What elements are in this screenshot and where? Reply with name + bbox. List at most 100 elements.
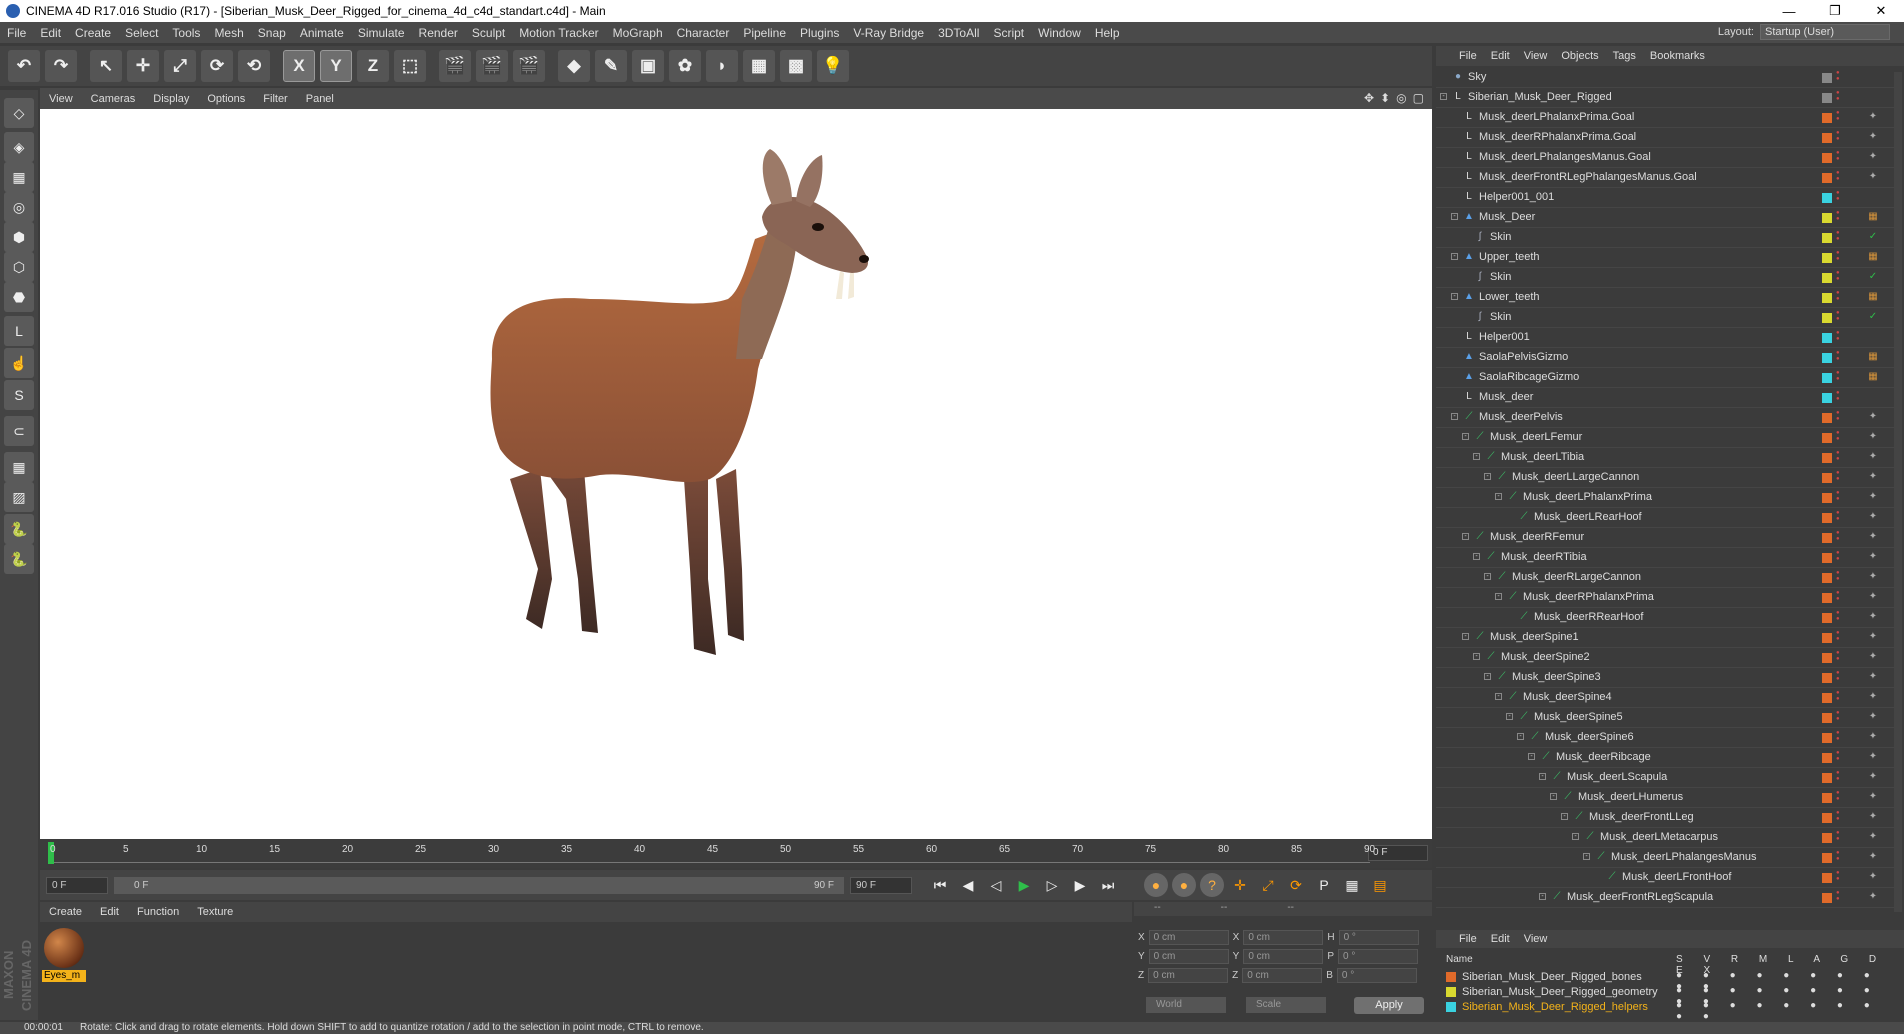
object-row[interactable]: - ⟋ Musk_deerSpine1 ● ● ✦ xyxy=(1436,628,1896,648)
layer-color-swatch[interactable] xyxy=(1822,273,1832,283)
object-tag-icon[interactable]: ✓ xyxy=(1866,271,1880,285)
object-tag-icon[interactable]: ✦ xyxy=(1866,811,1880,825)
object-tag-icon[interactable]: ✦ xyxy=(1866,691,1880,705)
visibility-dots-icon[interactable]: ● ● xyxy=(1836,290,1841,304)
pen-icon[interactable]: ✎ xyxy=(595,50,627,82)
layer-color-swatch[interactable] xyxy=(1822,693,1832,703)
object-row[interactable]: - L Siberian_Musk_Deer_Rigged ● ● xyxy=(1436,88,1896,108)
object-row[interactable]: ● Sky ● ● xyxy=(1436,68,1896,88)
object-row[interactable]: - ⟋ Musk_deerRFemur ● ● ✦ xyxy=(1436,528,1896,548)
coord-size-field[interactable]: 0 cm xyxy=(1242,968,1323,983)
current-frame-field[interactable]: 0 F xyxy=(1368,845,1428,861)
layout-dropdown[interactable]: Startup (User) xyxy=(1760,24,1890,40)
object-menu-file[interactable]: File xyxy=(1452,50,1484,62)
object-menu-edit[interactable]: Edit xyxy=(1484,50,1517,62)
object-row[interactable]: ▲ SaolaRibcageGizmo ● ● ▦ xyxy=(1436,368,1896,388)
layer-color-swatch[interactable] xyxy=(1446,972,1456,982)
object-row[interactable]: - ⟋ Musk_deerRLargeCannon ● ● ✦ xyxy=(1436,568,1896,588)
object-tag-icon[interactable]: ✦ xyxy=(1866,511,1880,525)
visibility-dots-icon[interactable]: ● ● xyxy=(1836,470,1841,484)
coord-position-field[interactable]: 0 cm xyxy=(1148,949,1229,964)
object-tag-icon[interactable]: ✦ xyxy=(1866,611,1880,625)
layer-menu-view[interactable]: View xyxy=(1517,933,1555,945)
expand-toggle-icon[interactable]: - xyxy=(1550,793,1557,800)
render-settings-icon[interactable]: 🎬 xyxy=(513,50,545,82)
menu-animate[interactable]: Animate xyxy=(293,26,351,40)
viewport-menu-options[interactable]: Options xyxy=(198,93,254,105)
material-menu-create[interactable]: Create xyxy=(40,906,91,918)
layer-color-swatch[interactable] xyxy=(1822,293,1832,303)
object-row[interactable]: - ⟋ Musk_deerPelvis ● ● ✦ xyxy=(1436,408,1896,428)
layer-color-swatch[interactable] xyxy=(1822,313,1832,323)
menu-mograph[interactable]: MoGraph xyxy=(606,26,670,40)
cloner-icon[interactable]: ✿ xyxy=(669,50,701,82)
visibility-dots-icon[interactable]: ● ● xyxy=(1836,210,1841,224)
menu-plugins[interactable]: Plugins xyxy=(793,26,846,40)
layer-color-swatch[interactable] xyxy=(1822,113,1832,123)
object-menu-bookmarks[interactable]: Bookmarks xyxy=(1643,50,1712,62)
menu-mesh[interactable]: Mesh xyxy=(207,26,250,40)
object-tag-icon[interactable]: ✓ xyxy=(1866,311,1880,325)
layer-color-swatch[interactable] xyxy=(1822,193,1832,203)
object-tag-icon[interactable]: ✦ xyxy=(1866,731,1880,745)
coord-position-field[interactable]: 0 cm xyxy=(1148,968,1229,983)
layer-color-swatch[interactable] xyxy=(1822,233,1832,243)
visibility-dots-icon[interactable]: ● ● xyxy=(1836,650,1841,664)
layer-menu-file[interactable]: File xyxy=(1452,933,1484,945)
python-icon[interactable]: 🐍 xyxy=(4,514,34,544)
object-tag-icon[interactable]: ✦ xyxy=(1866,771,1880,785)
scale-key-icon[interactable]: ⤢ xyxy=(1256,873,1280,897)
layer-color-swatch[interactable] xyxy=(1822,93,1832,103)
object-tag-icon[interactable]: ✦ xyxy=(1866,411,1880,425)
expand-toggle-icon[interactable]: - xyxy=(1528,753,1535,760)
object-row[interactable]: - ⟋ Musk_deerLHumerus ● ● ✦ xyxy=(1436,788,1896,808)
menu-file[interactable]: File xyxy=(0,26,33,40)
expand-toggle-icon[interactable]: - xyxy=(1451,413,1458,420)
layer-color-swatch[interactable] xyxy=(1822,653,1832,663)
object-row[interactable]: L Musk_deerFrontRLegPhalangesManus.Goal ● ●… xyxy=(1436,168,1896,188)
object-row[interactable]: - ⟋ Musk_deerFrontRLegScapula ● ● ✦ xyxy=(1436,888,1896,908)
y-axis-icon[interactable]: Y xyxy=(320,50,352,82)
object-tag-icon[interactable]: ✦ xyxy=(1866,111,1880,125)
visibility-dots-icon[interactable]: ● ● xyxy=(1836,230,1841,244)
layer-color-swatch[interactable] xyxy=(1822,853,1832,863)
visibility-dots-icon[interactable]: ● ● xyxy=(1836,770,1841,784)
visibility-dots-icon[interactable]: ● ● xyxy=(1836,690,1841,704)
previous-key-icon[interactable]: ◀ xyxy=(956,873,980,897)
menu-pipeline[interactable]: Pipeline xyxy=(736,26,793,40)
coord-rotation-field[interactable]: 0 ° xyxy=(1338,949,1419,964)
object-tag-icon[interactable]: ✦ xyxy=(1866,451,1880,465)
timeline-window-icon[interactable]: ▤ xyxy=(1368,873,1392,897)
layer-color-swatch[interactable] xyxy=(1446,987,1456,997)
object-tree-scrollbar[interactable] xyxy=(1894,72,1902,912)
object-tag-icon[interactable]: ✦ xyxy=(1866,671,1880,685)
object-row[interactable]: - ▲ Musk_Deer ● ● ▦ xyxy=(1436,208,1896,228)
menu-snap[interactable]: Snap xyxy=(251,26,293,40)
layer-color-swatch[interactable] xyxy=(1822,713,1832,723)
redo-icon[interactable]: ↷ xyxy=(45,50,77,82)
expand-toggle-icon[interactable]: - xyxy=(1473,553,1480,560)
layer-color-swatch[interactable] xyxy=(1822,873,1832,883)
solo-icon[interactable]: S xyxy=(4,380,34,410)
subdivision-icon[interactable]: ▣ xyxy=(632,50,664,82)
expand-toggle-icon[interactable]: - xyxy=(1539,773,1546,780)
visibility-dots-icon[interactable]: ● ● xyxy=(1836,370,1841,384)
object-tag-icon[interactable]: ▦ xyxy=(1866,251,1880,265)
expand-toggle-icon[interactable]: - xyxy=(1473,453,1480,460)
object-tag-icon[interactable]: ✦ xyxy=(1866,791,1880,805)
visibility-dots-icon[interactable]: ● ● xyxy=(1836,510,1841,524)
object-tag-icon[interactable]: ✦ xyxy=(1866,151,1880,165)
expand-toggle-icon[interactable]: - xyxy=(1473,653,1480,660)
select-icon[interactable]: ↖ xyxy=(90,50,122,82)
object-row[interactable]: L Musk_deerLPhalanxPrima.Goal ● ● ✦ xyxy=(1436,108,1896,128)
coord-size-field[interactable]: 0 cm xyxy=(1243,930,1324,945)
object-row[interactable]: L Musk_deer ● ● xyxy=(1436,388,1896,408)
undo-icon[interactable]: ↶ xyxy=(8,50,40,82)
viewport-toggle-icon[interactable]: ▢ xyxy=(1413,91,1424,105)
material-name[interactable]: Eyes_m xyxy=(42,970,86,982)
next-frame-icon[interactable]: ▷ xyxy=(1040,873,1064,897)
floor-icon[interactable]: ▦ xyxy=(743,50,775,82)
visibility-dots-icon[interactable]: ● ● xyxy=(1836,570,1841,584)
object-tag-icon[interactable]: ✦ xyxy=(1866,891,1880,905)
object-tag-icon[interactable]: ✦ xyxy=(1866,751,1880,765)
